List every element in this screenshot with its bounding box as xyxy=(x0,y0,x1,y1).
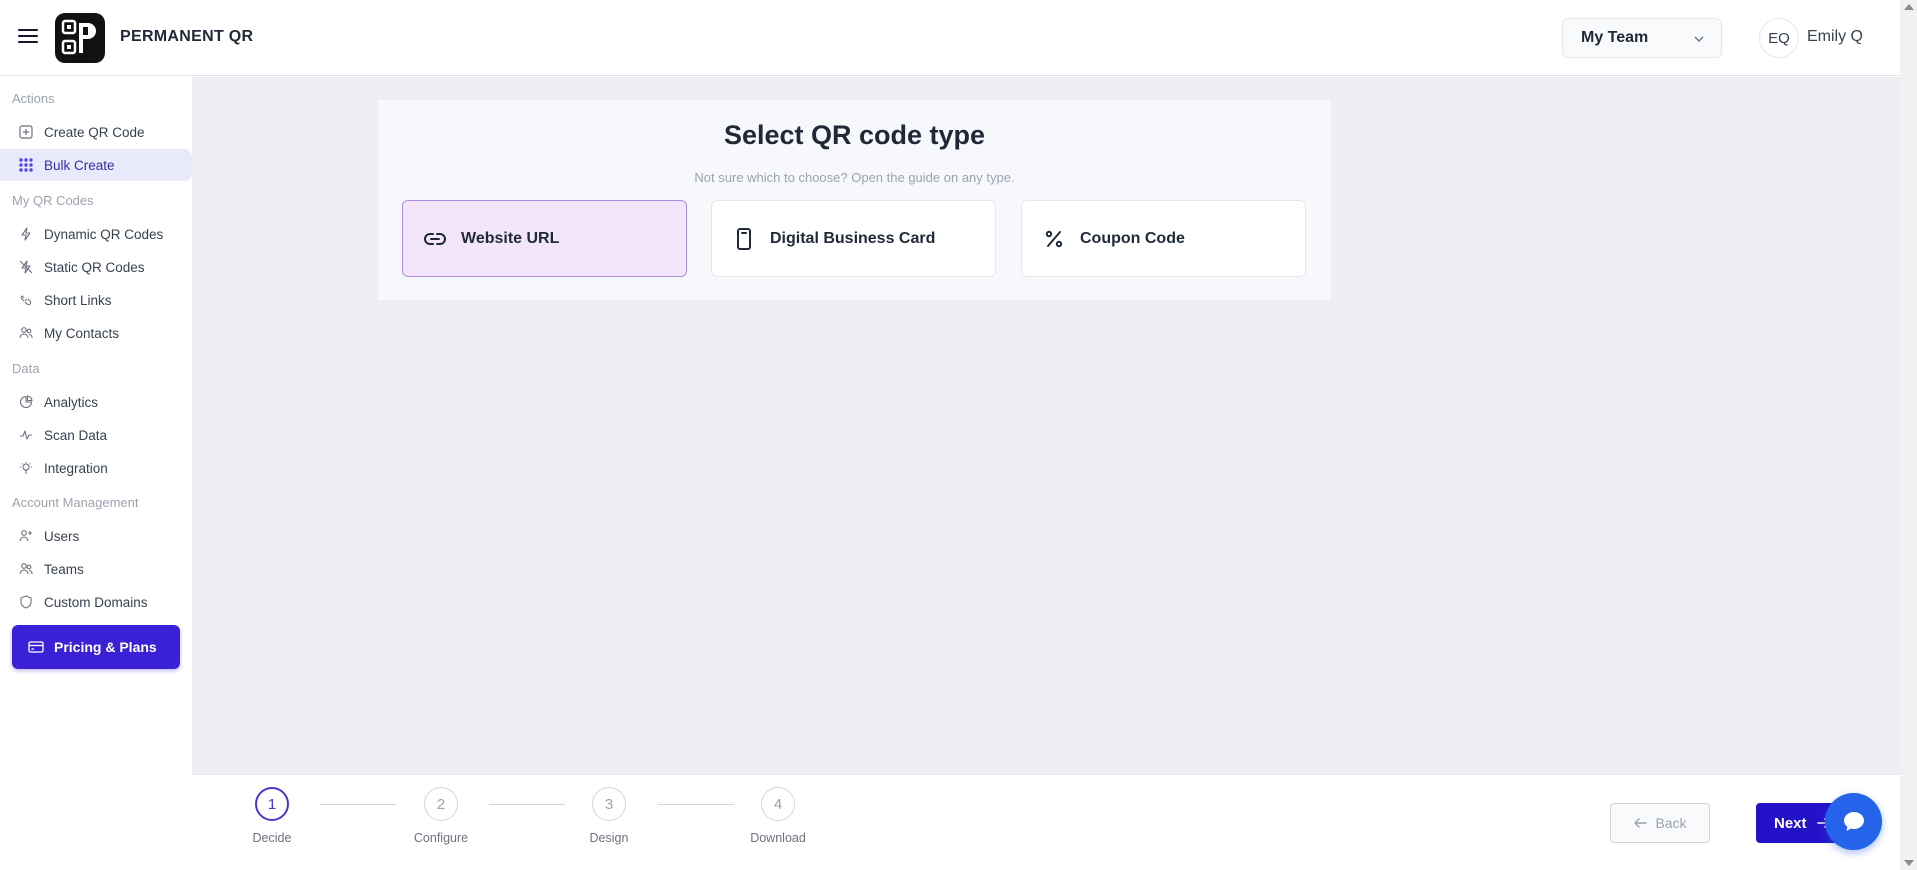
step-label: Decide xyxy=(252,831,292,845)
user-name[interactable]: Emily Q xyxy=(1807,28,1863,46)
page-title: Select QR code type xyxy=(723,120,986,150)
sidebar-item-label: My Contacts xyxy=(44,325,120,341)
step-download[interactable]: 4 Download xyxy=(738,787,818,845)
step-design[interactable]: 3 Design xyxy=(569,787,649,845)
user-avatar[interactable]: EQ xyxy=(1759,18,1799,58)
page-subtitle: Not sure which to choose? Open the guide… xyxy=(694,170,1015,185)
sidebar-item-users[interactable]: Users xyxy=(0,520,192,552)
sidebar-item-scan-data[interactable]: Scan Data xyxy=(0,419,192,451)
chevron-down-icon xyxy=(1694,36,1704,43)
sidebar-item-label: Static QR Codes xyxy=(44,259,145,275)
qr-type-coupon-code[interactable]: Coupon Code xyxy=(1021,200,1306,277)
chain-link-icon xyxy=(18,292,34,308)
qr-type-website-url[interactable]: Website URL xyxy=(402,200,687,277)
qr-type-digital-business-card[interactable]: Digital Business Card xyxy=(711,200,996,277)
chat-bubble-icon xyxy=(1843,811,1864,831)
activity-pulse-icon xyxy=(18,427,34,443)
sidebar-section-account-management: Account Management xyxy=(12,495,139,510)
step-number: 3 xyxy=(592,787,626,821)
main-content: Select QR code type Not sure which to ch… xyxy=(192,77,1900,774)
lightning-icon xyxy=(18,226,34,242)
sidebar-item-label: Bulk Create xyxy=(44,157,115,173)
plus-square-icon xyxy=(18,124,34,140)
link-icon xyxy=(423,227,447,251)
sidebar-section-data: Data xyxy=(12,361,40,376)
sidebar-section-actions: Actions xyxy=(12,91,55,106)
step-decide[interactable]: 1 Decide xyxy=(232,787,312,845)
lightbulb-icon xyxy=(18,460,34,476)
arrow-left-icon xyxy=(1633,817,1648,829)
step-label: Design xyxy=(589,831,629,845)
shield-icon xyxy=(18,594,34,610)
grid-dots-icon xyxy=(18,157,34,173)
step-connector xyxy=(489,804,565,805)
brand-name: PERMANENT QR xyxy=(120,28,254,45)
sidebar-item-analytics[interactable]: Analytics xyxy=(0,386,192,418)
step-number: 4 xyxy=(761,787,795,821)
qr-type-label: Coupon Code xyxy=(1080,229,1185,247)
sidebar-item-custom-domains[interactable]: Custom Domains xyxy=(0,586,192,618)
scroll-up-arrow[interactable] xyxy=(1904,4,1914,10)
sidebar-item-label: Short Links xyxy=(44,292,112,308)
wizard-footer: 1 Decide 2 Configure 3 Design 4 Download… xyxy=(192,774,1900,870)
sidebar-item-label: Analytics xyxy=(44,394,99,410)
pricing-plans-label: Pricing & Plans xyxy=(54,639,157,655)
back-button[interactable]: Back xyxy=(1610,803,1710,843)
step-label: Configure xyxy=(413,831,469,845)
sidebar-item-label: Custom Domains xyxy=(44,594,148,610)
page-scrollbar[interactable] xyxy=(1900,0,1917,870)
step-connector xyxy=(658,804,734,805)
lightning-off-icon xyxy=(18,259,34,275)
step-connector xyxy=(320,804,396,805)
step-configure[interactable]: 2 Configure xyxy=(401,787,481,845)
step-number: 2 xyxy=(424,787,458,821)
brand-logo[interactable] xyxy=(55,13,105,63)
team-select[interactable]: My Team xyxy=(1562,18,1722,58)
users-icon xyxy=(18,325,34,341)
sidebar-item-label: Teams xyxy=(44,561,84,577)
sidebar-item-create-qr-code[interactable]: Create QR Code xyxy=(0,116,192,148)
qr-type-label: Website URL xyxy=(461,229,560,247)
sidebar-item-label: Users xyxy=(44,528,80,544)
sidebar-item-label: Dynamic QR Codes xyxy=(44,226,164,242)
qr-type-label: Digital Business Card xyxy=(770,229,936,247)
sidebar-item-short-links[interactable]: Short Links xyxy=(0,284,192,316)
back-button-label: Back xyxy=(1655,815,1687,831)
sidebar-item-label: Scan Data xyxy=(44,427,108,443)
sidebar: Actions Create QR Code Bulk Create My QR… xyxy=(0,77,192,870)
pie-chart-icon xyxy=(18,394,34,410)
sidebar-item-my-contacts[interactable]: My Contacts xyxy=(0,317,192,349)
step-number: 1 xyxy=(255,787,289,821)
chat-support-button[interactable] xyxy=(1825,793,1882,850)
sidebar-item-label: Integration xyxy=(44,460,108,476)
sidebar-item-bulk-create[interactable]: Bulk Create xyxy=(0,149,192,181)
sidebar-item-label: Create QR Code xyxy=(44,124,145,140)
sidebar-section-my-qr-codes: My QR Codes xyxy=(12,193,94,208)
phone-card-icon xyxy=(732,227,756,251)
scroll-down-arrow[interactable] xyxy=(1904,860,1914,866)
qr-type-panel: Select QR code type Not sure which to ch… xyxy=(378,100,1331,300)
percent-icon xyxy=(1042,227,1066,251)
next-button-label: Next xyxy=(1774,814,1807,832)
team-select-value: My Team xyxy=(1581,29,1649,46)
sidebar-item-dynamic-qr-codes[interactable]: Dynamic QR Codes xyxy=(0,218,192,250)
pricing-plans-button[interactable]: Pricing & Plans xyxy=(12,625,180,669)
sidebar-item-integration[interactable]: Integration xyxy=(0,452,192,484)
user-plus-icon xyxy=(18,528,34,544)
top-bar: PERMANENT QR My Team EQ Emily Q xyxy=(0,0,1900,76)
sidebar-item-teams[interactable]: Teams xyxy=(0,553,192,585)
credit-card-icon xyxy=(28,641,44,653)
sidebar-item-static-qr-codes[interactable]: Static QR Codes xyxy=(0,251,192,283)
hamburger-menu-icon[interactable] xyxy=(18,29,38,45)
step-label: Download xyxy=(750,831,806,845)
team-icon xyxy=(18,561,34,577)
